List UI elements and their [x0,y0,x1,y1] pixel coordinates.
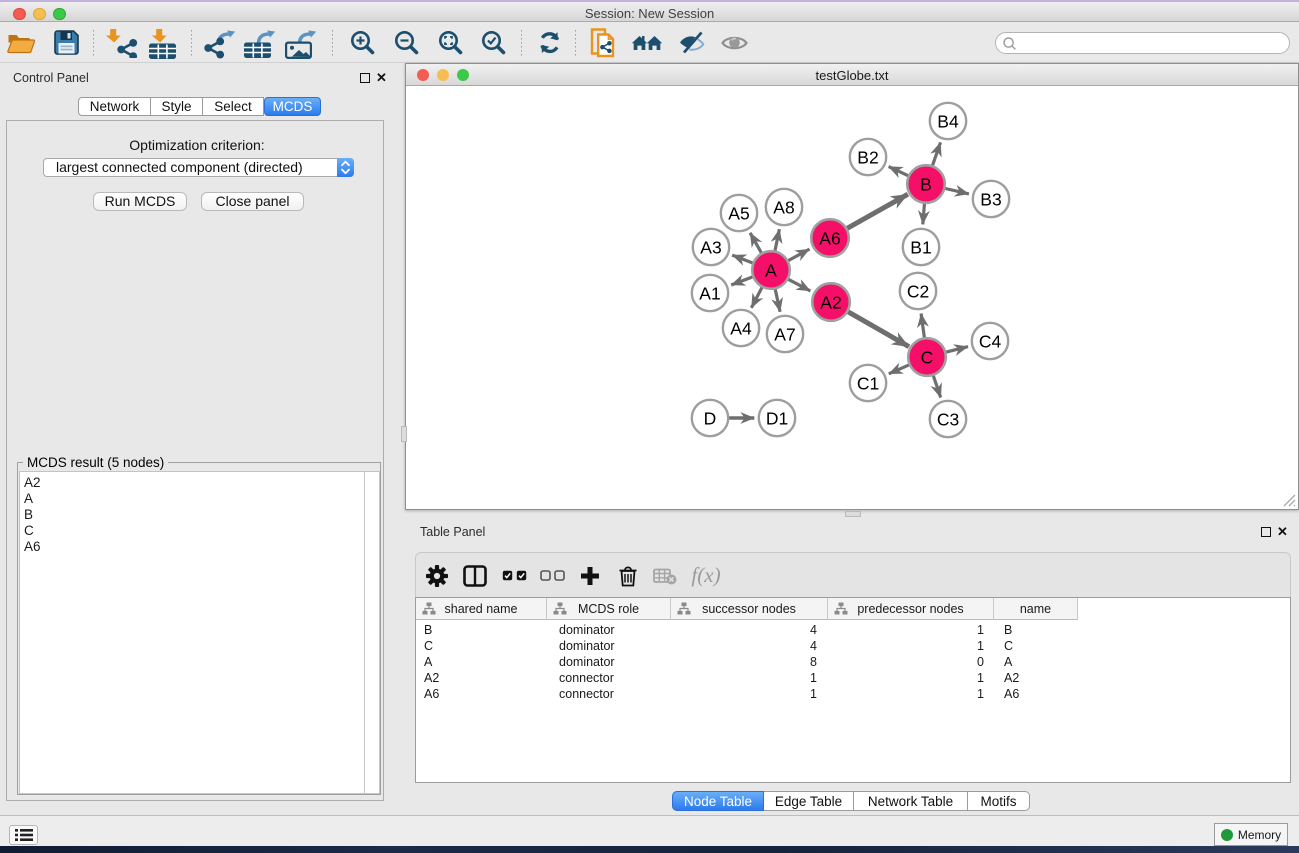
svg-text:C4: C4 [979,331,1002,351]
svg-text:C: C [921,347,934,367]
svg-text:A7: A7 [774,324,795,344]
svg-text:A4: A4 [730,318,752,338]
svg-text:C3: C3 [937,409,959,429]
svg-text:C1: C1 [857,373,879,393]
svg-text:A8: A8 [773,197,794,217]
svg-text:A6: A6 [819,228,840,248]
svg-text:A1: A1 [699,283,720,303]
svg-text:A: A [765,260,777,280]
svg-text:D1: D1 [766,408,788,428]
svg-text:B3: B3 [980,189,1001,209]
svg-text:B4: B4 [937,111,959,131]
svg-text:B: B [920,174,932,194]
svg-text:C2: C2 [907,281,929,301]
svg-text:A2: A2 [820,292,841,312]
svg-text:A3: A3 [700,237,721,257]
svg-text:B2: B2 [857,147,878,167]
svg-text:A5: A5 [728,203,749,223]
svg-text:D: D [704,408,717,428]
svg-text:B1: B1 [910,237,931,257]
